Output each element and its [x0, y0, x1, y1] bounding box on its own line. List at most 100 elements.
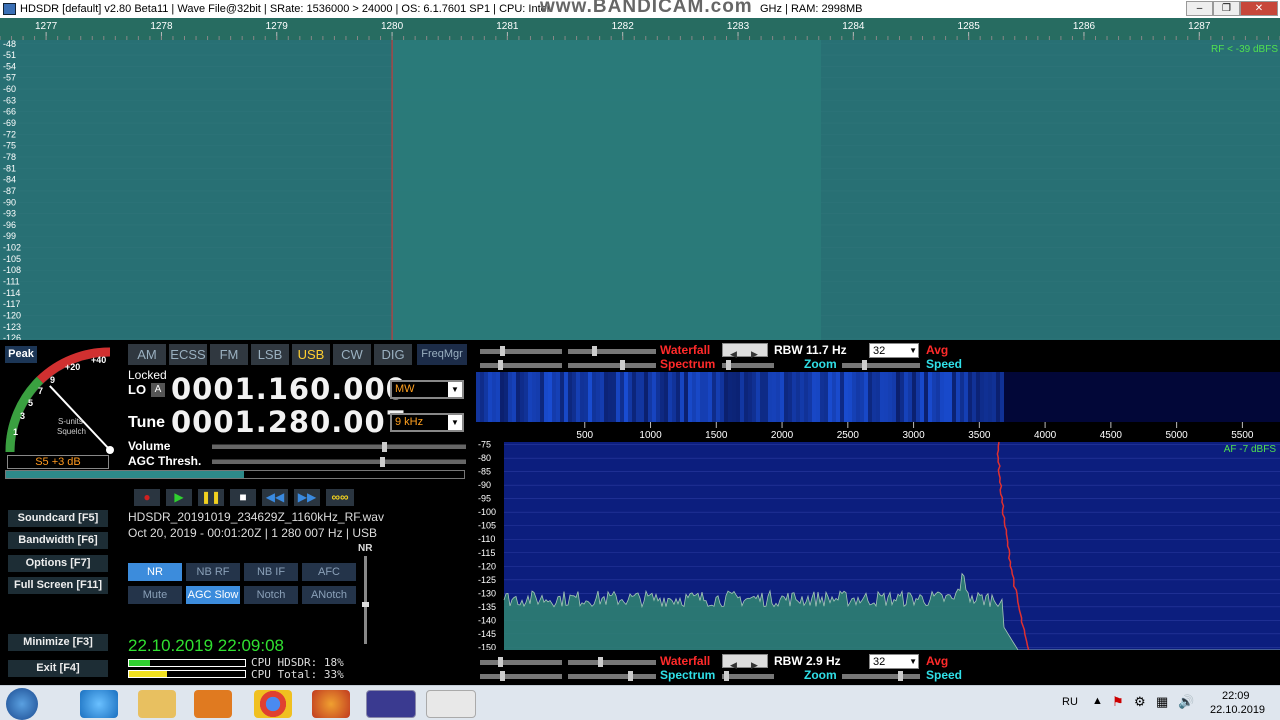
media-player-icon[interactable] — [194, 690, 232, 718]
slider-knob[interactable] — [500, 346, 505, 356]
agc-thresh-slider[interactable] — [212, 457, 466, 467]
winrar-icon[interactable] — [366, 690, 416, 718]
minimize-window-button[interactable]: – — [1186, 1, 1213, 16]
step-select[interactable]: 9 kHz ▼ — [390, 413, 464, 432]
mode-cw-button[interactable]: CW — [333, 344, 371, 365]
play-button[interactable]: ▶ — [166, 489, 192, 506]
af-rbw-stepper[interactable]: ◀ ▶ — [722, 654, 768, 670]
flag-icon[interactable]: ⚑ — [1112, 694, 1124, 710]
af-waterfall-column — [984, 372, 988, 422]
lo-frequency[interactable]: 0001.160.000 — [171, 372, 407, 406]
rf-control-bar: Waterfall Spectrum ◀ ▶ RBW 11.7 Hz Zoom 3… — [476, 342, 1280, 372]
loop-button[interactable]: ∞∞ — [326, 489, 354, 506]
af-zoom-left-slider[interactable] — [722, 671, 774, 681]
nr-level-slider[interactable] — [362, 556, 369, 644]
af-waterfall-column — [1264, 372, 1268, 422]
rf-waterfall-min-slider[interactable] — [480, 346, 562, 356]
slider-knob[interactable] — [628, 671, 633, 681]
tune-frequency[interactable]: 0001.280.007 — [171, 405, 407, 439]
file-explorer-icon[interactable] — [138, 690, 176, 718]
rf-spectrum[interactable]: 1277 1278 1279 1280 1281 1282 1283 1284 1285 1286… — [0, 18, 1280, 340]
minimize-app-button[interactable]: Minimize [F3] — [8, 634, 108, 651]
nb-if-button[interactable]: NB IF — [244, 563, 298, 581]
slider-knob[interactable] — [726, 360, 731, 370]
af-spectrum-max-slider[interactable] — [568, 671, 656, 681]
af-display[interactable]: 500 1000 1500 2000 2500 3000 3500 4000 4500 5000 5… — [476, 372, 1280, 650]
exit-button[interactable]: Exit [F4] — [8, 660, 108, 677]
slider-knob[interactable] — [598, 657, 603, 667]
squelch-bar[interactable] — [5, 470, 465, 479]
slider-knob[interactable] — [724, 671, 729, 681]
slider-knob[interactable] — [898, 671, 903, 681]
record-button[interactable]: ● — [134, 489, 160, 506]
slider-knob[interactable] — [862, 360, 867, 370]
af-waterfall-column — [620, 372, 624, 422]
af-freq-tick-label: 2000 — [771, 430, 794, 441]
tray-expand-icon[interactable]: ▲ — [1092, 695, 1103, 707]
volume-slider[interactable] — [212, 442, 466, 452]
nr-level-slider-knob[interactable] — [362, 602, 369, 607]
slider-knob[interactable] — [498, 657, 503, 667]
anotch-button[interactable]: ANotch — [302, 586, 356, 604]
mode-fm-button[interactable]: FM — [210, 344, 248, 365]
afc-button[interactable]: AFC — [302, 563, 356, 581]
rf-zoom-left-slider[interactable] — [722, 360, 774, 370]
mode-lsb-button[interactable]: LSB — [251, 344, 289, 365]
stop-button[interactable]: ■ — [230, 489, 256, 506]
af-zoom-slider[interactable] — [842, 671, 920, 681]
slider-knob[interactable] — [498, 360, 503, 370]
mode-am-button[interactable]: AM — [128, 344, 166, 365]
af-waterfall-min-slider[interactable] — [480, 657, 562, 667]
firefox-icon[interactable] — [312, 690, 350, 718]
soundcard-button[interactable]: Soundcard [F5] — [8, 510, 108, 527]
volume-icon[interactable]: 🔊 — [1178, 694, 1194, 710]
mode-usb-button[interactable]: USB — [292, 344, 330, 365]
rf-waterfall-max-slider[interactable] — [568, 346, 656, 356]
nr-button[interactable]: NR — [128, 563, 182, 581]
nb-rf-button[interactable]: NB RF — [186, 563, 240, 581]
slider-knob[interactable] — [592, 346, 597, 356]
tray-time[interactable]: 22:09 — [1222, 690, 1250, 702]
slider-knob[interactable] — [620, 360, 625, 370]
agc-slow-button[interactable]: AGC Slow — [186, 586, 240, 604]
internet-explorer-icon[interactable] — [80, 690, 118, 718]
mute-button[interactable]: Mute — [128, 586, 182, 604]
network-icon[interactable]: ▦ — [1156, 694, 1168, 710]
agc-thresh-slider-knob[interactable] — [379, 457, 385, 467]
rf-db-tick-label: -123 — [3, 322, 21, 332]
peak-button[interactable]: Peak — [5, 346, 37, 363]
rf-rbw-stepper[interactable]: ◀ ▶ — [722, 343, 768, 359]
af-waterfall-column — [760, 372, 764, 422]
bandwidth-button[interactable]: Bandwidth [F6] — [8, 532, 108, 549]
rf-zoom-slider[interactable] — [842, 360, 920, 370]
notch-button[interactable]: Notch — [244, 586, 298, 604]
bandicam-watermark: www.BANDICAM.com — [540, 0, 753, 17]
maximize-window-button[interactable]: ❐ — [1213, 1, 1240, 16]
options-button[interactable]: Options [F7] — [8, 555, 108, 572]
lo-a-badge[interactable]: A — [151, 383, 165, 397]
rf-avg-select[interactable]: 32 ▼ — [869, 343, 919, 358]
af-spectrum-min-slider[interactable] — [480, 671, 562, 681]
af-avg-select[interactable]: 32 ▼ — [869, 654, 919, 669]
volume-slider-knob[interactable] — [382, 442, 388, 452]
mode-ecss-button[interactable]: ECSS — [169, 344, 207, 365]
mode-dig-button[interactable]: DIG — [374, 344, 412, 365]
rf-spectrum-min-slider[interactable] — [480, 360, 562, 370]
fullscreen-button[interactable]: Full Screen [F11] — [8, 577, 108, 594]
pause-button[interactable]: ❚❚ — [198, 489, 224, 506]
rf-spectrum-max-slider[interactable] — [568, 360, 656, 370]
rewind-button[interactable]: ◀◀ — [262, 489, 288, 506]
tray-date[interactable]: 22.10.2019 — [1210, 704, 1265, 716]
freqmgr-button[interactable]: FreqMgr — [417, 344, 467, 365]
close-window-button[interactable]: ✕ — [1240, 1, 1278, 16]
fast-forward-button[interactable]: ▶▶ — [294, 489, 320, 506]
settings-icon[interactable]: ⚙ — [1134, 694, 1146, 710]
band-select[interactable]: MW ▼ — [390, 380, 464, 399]
chrome-icon[interactable] — [254, 690, 292, 718]
slider-knob[interactable] — [500, 671, 505, 681]
bandicam-icon[interactable] — [426, 690, 476, 718]
af-waterfall-max-slider[interactable] — [568, 657, 656, 667]
language-indicator[interactable]: RU — [1062, 696, 1078, 708]
windows-start-icon[interactable] — [6, 688, 38, 720]
af-waterfall-column — [900, 372, 904, 422]
